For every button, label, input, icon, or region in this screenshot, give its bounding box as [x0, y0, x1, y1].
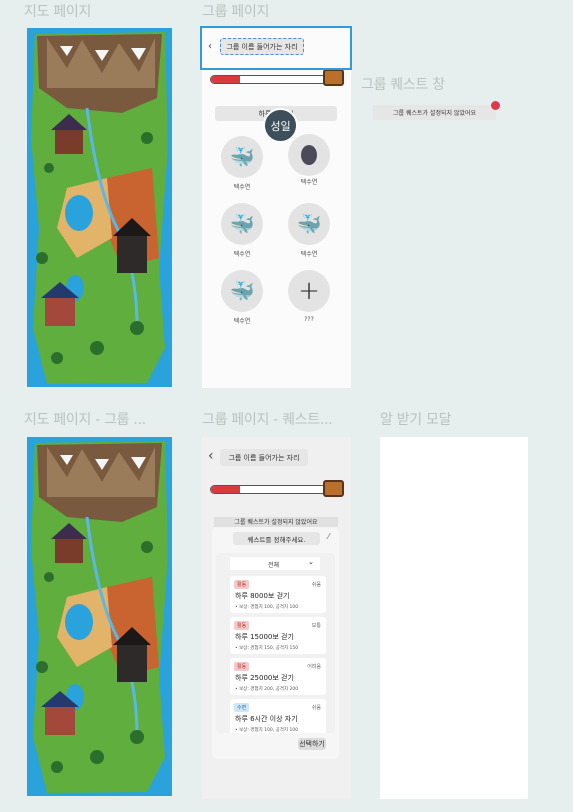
add-member-button[interactable]: +: [288, 270, 330, 312]
quest-category-tag: 수면: [234, 703, 250, 712]
back-arrow-icon[interactable]: ‹: [208, 448, 214, 464]
notification-modal-screen: [380, 437, 528, 799]
quest-title: 하루 8000보 걷기: [235, 592, 290, 600]
member-name: 텍수연: [300, 179, 318, 186]
member-avatar[interactable]: 🐳: [221, 203, 263, 245]
frame-label-group-page: 그룹 페이지: [202, 4, 270, 20]
member-avatar[interactable]: [288, 134, 330, 176]
quest-notice-behind: 그룹 퀘스트가 설정되지 않았어요: [214, 517, 338, 527]
member-name: 텍수연: [233, 318, 251, 325]
quest-category-tag: 활동: [234, 662, 250, 671]
modal-title: 퀘스트를 정해주세요.: [233, 532, 320, 545]
pixel-map: [27, 437, 172, 796]
member-name: 텍수연: [233, 184, 251, 191]
whale-icon: 🐳: [229, 145, 255, 169]
quest-card[interactable]: 수면 쉬움 하루 6시간 이상 자기 • 보상: 경험치 100, 공격치 10…: [230, 699, 326, 733]
quest-progress-bar: [210, 485, 328, 494]
quest-list: 전체 ⌄ 활동 쉬움 하루 8000보 걷기 • 보상: 경험치 100, 공격…: [216, 553, 335, 733]
quest-filter-select[interactable]: 전체 ⌄: [230, 557, 320, 570]
member-name: 텍수연: [300, 251, 318, 258]
frame-label-notification-modal: 알 받기 모달: [380, 412, 452, 428]
quest-reward: • 보상: 경험치 150, 공격치 150: [235, 646, 299, 651]
streak-badge: 성일: [263, 108, 298, 143]
member-name: 텍수연: [233, 251, 251, 258]
whale-icon: 🐳: [229, 279, 255, 303]
quest-select-modal: 퀘스트를 정해주세요. ⁄ 전체 ⌄ 활동 쉬움 하루 8000보 걷기 • 보…: [212, 527, 339, 759]
treasure-chest-icon: [323, 69, 344, 86]
member-avatar[interactable]: 🐳: [221, 270, 263, 312]
quest-title: 하루 25000보 걷기: [235, 674, 294, 682]
quest-difficulty: 보통: [311, 623, 321, 629]
alert-dot-icon: [491, 101, 500, 110]
quest-card[interactable]: 활동 보통 하루 15000보 걷기 • 보상: 경험치 150, 공격치 15…: [230, 617, 326, 654]
quest-category-tag: 활동: [234, 621, 250, 630]
quest-progress-bar: [210, 75, 328, 84]
quest-reward: • 보상: 경험치 100, 공격치 100: [235, 605, 299, 610]
quest-card[interactable]: 활동 쉬움 하루 8000보 걷기 • 보상: 경험치 100, 공격치 100: [230, 576, 326, 613]
treasure-chest-icon: [323, 480, 344, 497]
quest-difficulty: 쉬움: [311, 705, 321, 711]
frame-label-map-page: 지도 페이지: [24, 4, 92, 20]
group-quest-page-screen: ‹ 그룹 이름 들어가는 자리 그룹 퀘스트가 설정되지 않았어요 퀘스트를 정…: [202, 437, 351, 799]
member-name: ???: [304, 316, 314, 323]
egg-icon: [301, 145, 317, 165]
member-avatar[interactable]: 🐳: [288, 203, 330, 245]
quest-title: 하루 15000보 걷기: [235, 633, 294, 641]
whale-icon: 🐳: [296, 212, 322, 236]
quest-title: 하루 6시간 이상 자기: [235, 715, 298, 723]
group-page-screen: ‹ 그룹 이름 들어가는 자리 하루 2... 기 성일 🐳 텍수연 텍수연 🐳…: [202, 28, 351, 388]
filter-selected-value: 전체: [268, 562, 280, 569]
quest-reward: • 보상: 경험치 200, 공격치 200: [235, 687, 299, 692]
select-quest-button[interactable]: 선택하기: [298, 738, 326, 750]
frame-label-map-page-group: 지도 페이지 - 그룹 ...: [24, 412, 146, 428]
quest-reward: • 보상: 경험치 100, 공격치 100: [235, 728, 299, 733]
quest-card[interactable]: 활동 어려움 하루 25000보 걷기 • 보상: 경험치 200, 공격치 2…: [230, 658, 326, 695]
chevron-down-icon: ⌄: [308, 558, 314, 566]
quest-difficulty: 쉬움: [311, 582, 321, 588]
quest-progress-fill: [211, 486, 240, 493]
plus-icon: +: [298, 276, 320, 306]
pixel-map: [27, 28, 172, 387]
whale-icon: 🐳: [229, 212, 255, 236]
group-quest-notice[interactable]: 그룹 퀘스트가 설정되지 않았어요: [373, 105, 496, 120]
frame-label-group-page-quest: 그룹 페이지 - 퀘스트...: [202, 412, 333, 428]
frame-label-group-quest-window: 그룹 퀘스트 창: [361, 77, 445, 93]
quest-difficulty: 어려움: [307, 664, 321, 670]
quest-category-tag: 활동: [234, 580, 250, 589]
group-name-field[interactable]: 그룹 이름 들어가는 자리: [220, 449, 308, 466]
close-icon[interactable]: ⁄: [328, 532, 329, 541]
member-avatar[interactable]: 🐳: [221, 136, 263, 178]
selection-highlight: [200, 26, 352, 70]
quest-progress-fill: [211, 76, 240, 83]
